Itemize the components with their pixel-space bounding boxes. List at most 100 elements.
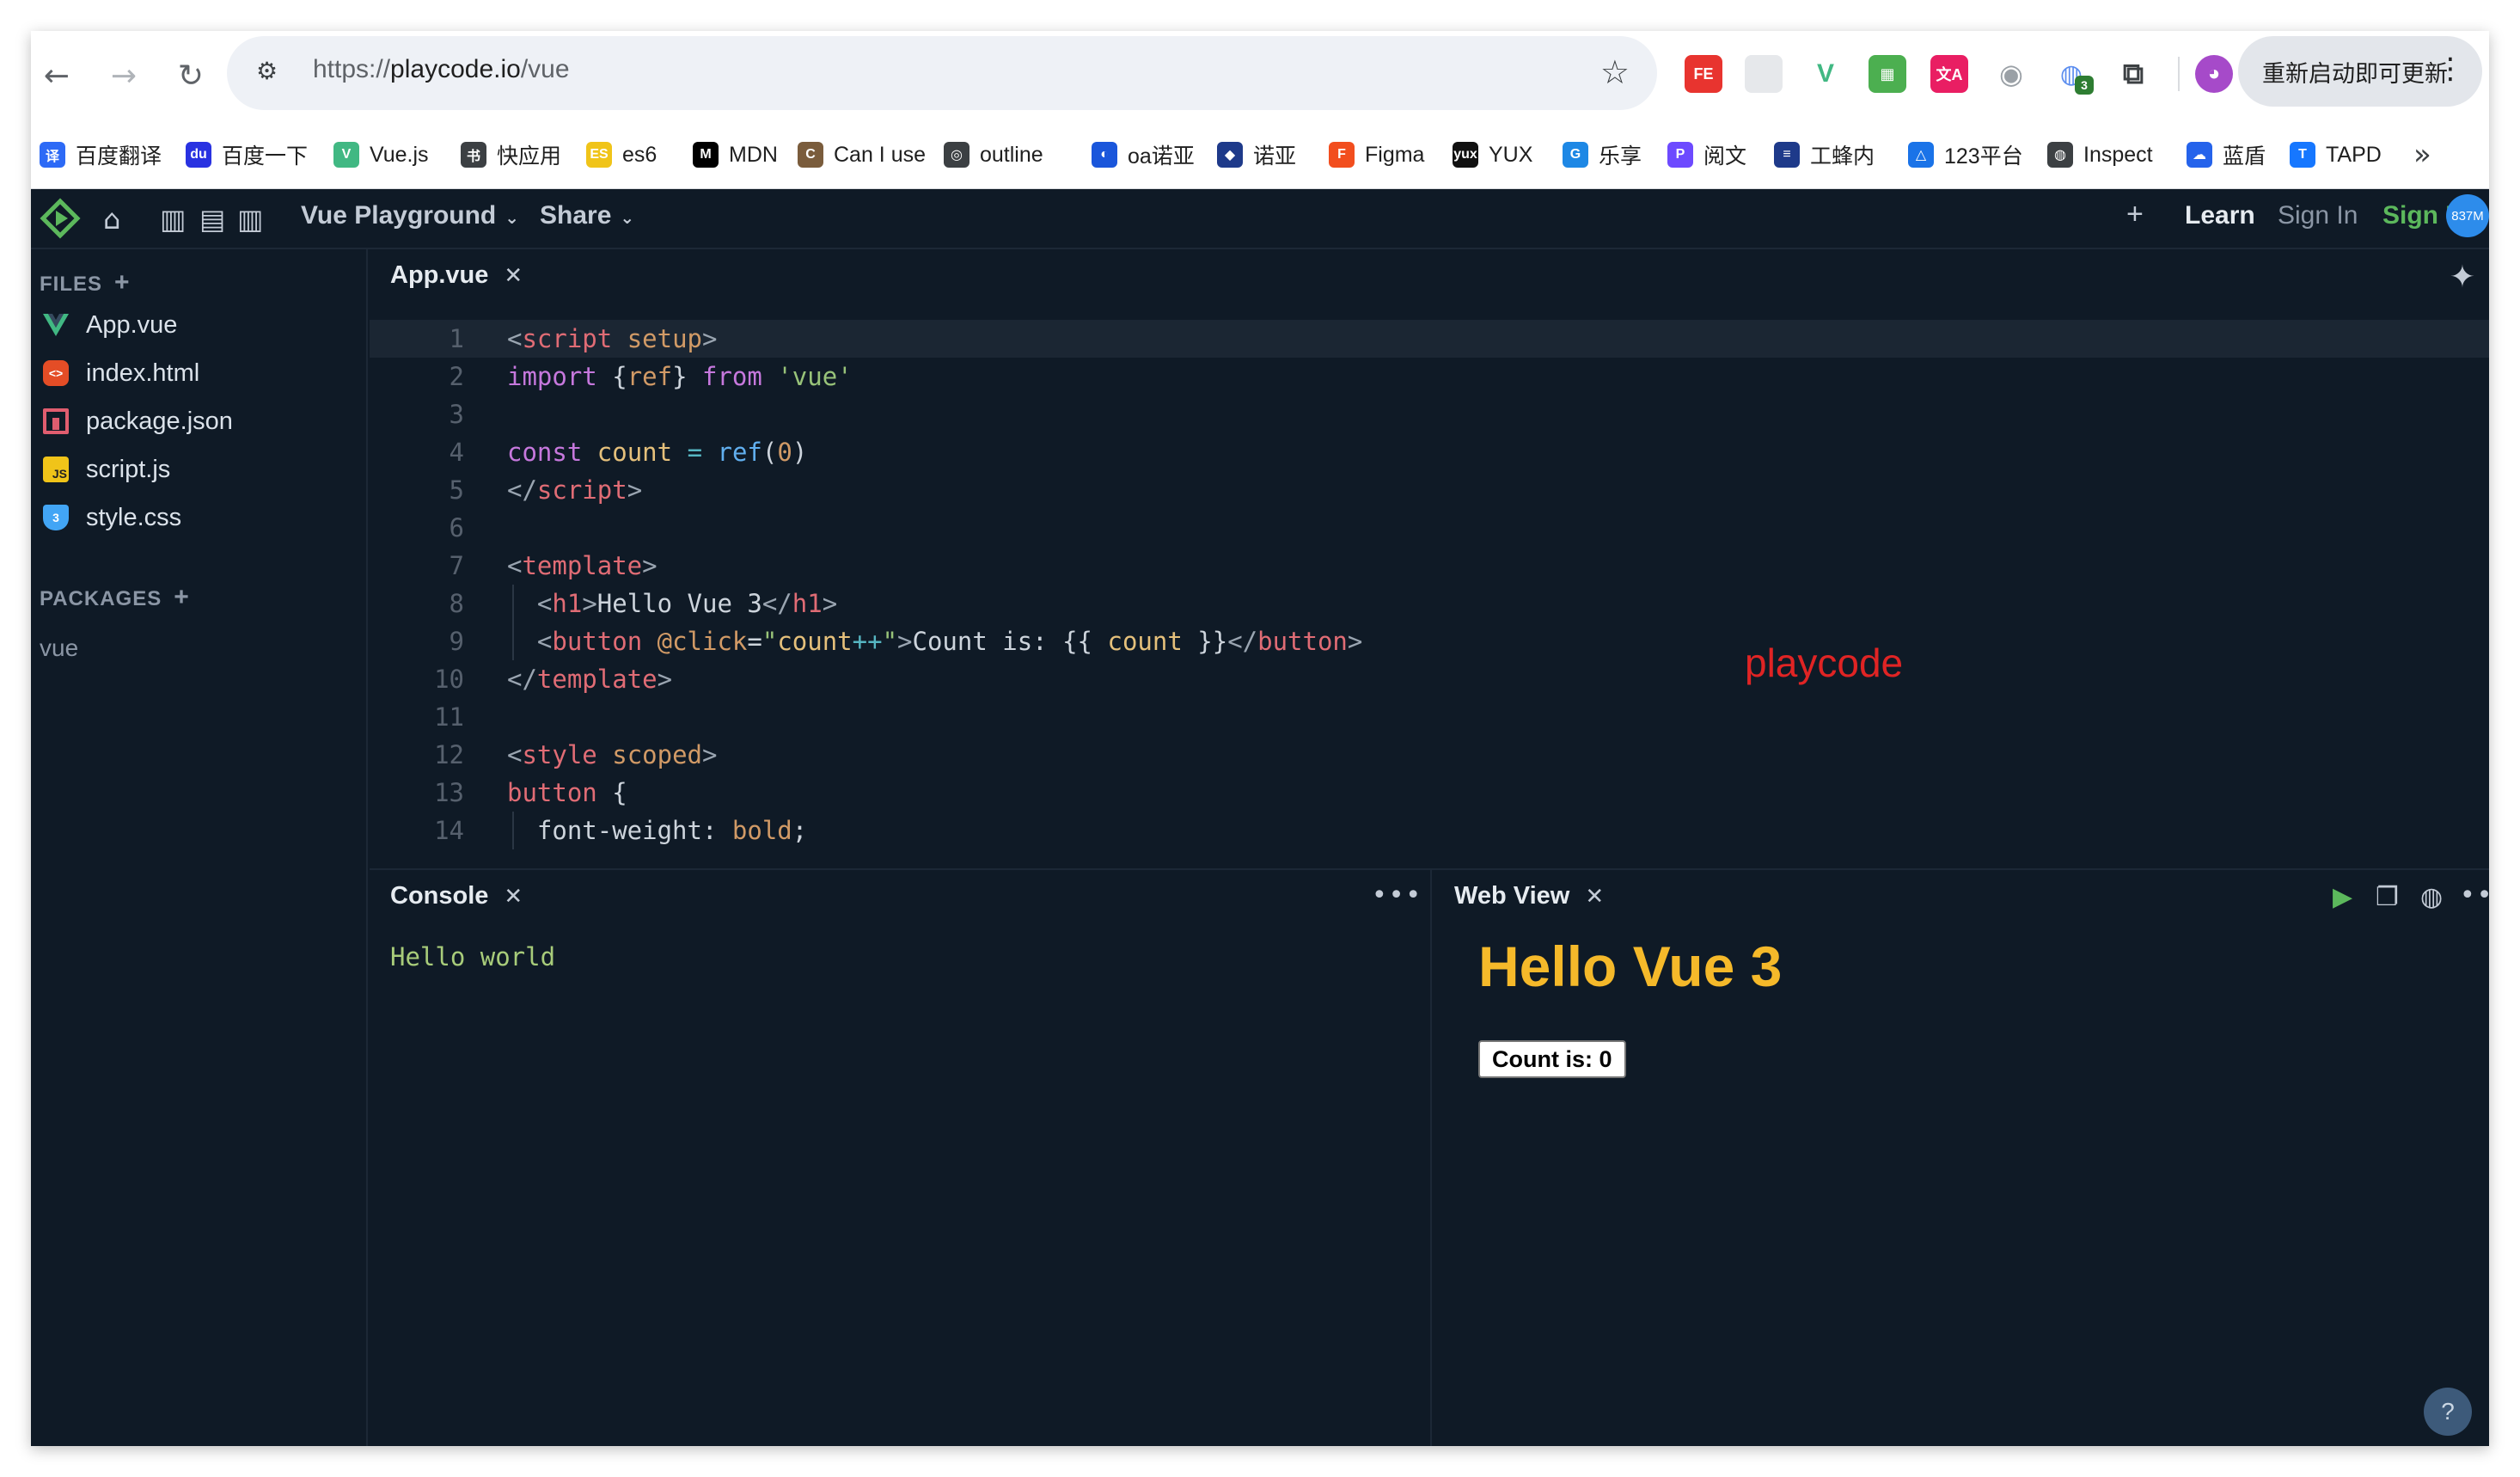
close-icon[interactable]: ✕ [504,263,523,289]
layout-right-icon[interactable]: ▥ [237,203,263,236]
package-item-vue[interactable]: vue [40,634,78,662]
site-info-icon[interactable]: ⚙ [256,57,291,89]
extension-fe-icon[interactable]: FE [1685,55,1722,93]
code-line[interactable]: 1 <script setup> [370,320,2489,358]
close-icon[interactable]: ✕ [1585,884,1604,910]
bookmark-favicon-icon: 译 [40,142,65,168]
qrcode-extension-icon[interactable]: ▦ [1869,55,1906,93]
bookmark-item[interactable]: ◎ outline [944,136,1043,174]
run-icon[interactable]: ▶ [2333,882,2352,912]
playcode-logo-icon[interactable] [40,198,81,239]
bookmark-star-icon[interactable]: ☆ [1600,53,1630,91]
record-extension-icon[interactable]: ◉ [1992,55,2030,93]
code-line[interactable]: 7 <template> [370,547,2489,585]
reload-icon[interactable]: ↻ [167,52,215,100]
code-line[interactable]: 11 [370,698,2489,736]
line-number: 4 [449,438,464,467]
code-token: < [507,740,523,769]
code-line[interactable]: 15} [370,849,2489,855]
code-line[interactable]: 12 <style scoped> [370,736,2489,774]
bookmark-item[interactable]: 译百度翻译 [40,136,162,174]
bookmark-item[interactable]: ≡ 工蜂内 [1774,136,1875,174]
bookmark-item[interactable]: T TAPD [2290,136,2382,174]
count-button[interactable]: Count is: 0 [1478,1040,1626,1078]
file-item-script-js[interactable]: JS script.js [43,450,170,488]
more-options-icon[interactable]: ••• [1372,880,1422,910]
help-button[interactable]: ? [2424,1388,2472,1436]
learn-link[interactable]: Learn [2185,201,2255,230]
code-line[interactable]: 8 <h1>Hello Vue 3</h1> [370,585,2489,622]
address-bar[interactable]: ⚙ https://playcode.io/vue ☆ [227,36,1657,110]
close-icon[interactable]: ✕ [504,884,523,910]
home-icon[interactable]: ⌂ [103,203,120,236]
code-line[interactable]: 10 </template> [370,660,2489,698]
add-package-button[interactable]: + [174,583,190,611]
indent-guide [512,812,514,849]
bookmark-item[interactable]: △ 123平台 [1908,136,2023,174]
back-icon[interactable]: ← [33,52,81,100]
bookmark-item[interactable]: P 阅文 [1667,136,1746,174]
webview-tab[interactable]: Web View ✕ [1454,882,1604,910]
file-item-style-css[interactable]: 3 style.css [43,499,181,536]
bookmark-item[interactable]: C Can I use [798,136,926,174]
profile-avatar[interactable]: ◕ [2195,55,2233,93]
bookmark-item[interactable]: ☁ 蓝盾 [2187,136,2266,174]
code-line[interactable]: 2 import {ref} from 'vue' [370,358,2489,395]
code-line[interactable]: 4 const count = ref(0) [370,433,2489,471]
update-button[interactable]: 重新启动即可更新 ⋮ [2238,36,2482,107]
open-window-icon[interactable]: ❐ [2376,882,2399,912]
webview-panel: Web View ✕ ▶ ❐ ◍ ••• Hello Vue 3 Count is… [1434,870,2489,1446]
project-menu[interactable]: Vue Playground ⌄ [301,201,519,230]
bookmark-item[interactable]: ◍ Inspect [2047,136,2153,174]
forward-icon[interactable]: → [100,52,148,100]
bookmark-item[interactable]: M MDN [693,136,778,174]
more-menu-icon[interactable]: ⋮ [2436,52,2465,86]
layout-left-icon[interactable]: ▥ [160,203,186,236]
bookmark-label: Vue.js [370,142,429,167]
bookmark-item[interactable]: V Vue.js [333,136,429,174]
code-line[interactable]: 6 [370,509,2489,547]
extensions-puzzle-icon[interactable]: ⧉ [2114,55,2152,93]
layout-rows-icon[interactable]: ▤ [199,203,225,236]
bookmark-item[interactable]: yux YUX [1453,136,1532,174]
file-item-package-json[interactable]: package.json [43,402,233,440]
bookmark-favicon-icon: yux [1453,142,1478,168]
sign-in-link[interactable]: Sign In [2278,201,2358,230]
code-line[interactable]: 13 button { [370,774,2489,812]
line-number: 12 [434,740,464,769]
packages-title: PACKAGES [40,587,162,610]
extension-badge-icon[interactable]: ◍ 3 [2052,55,2094,95]
browser-window: ← → ↻ ⚙ https://playcode.io/vue ☆ FE V ▦… [31,31,2489,1446]
code-area[interactable]: 1 <script setup> 2 import {ref} from 'vue' 3… [370,320,2489,855]
preview-heading: Hello Vue 3 [1478,935,1783,998]
url-text[interactable]: https://playcode.io/vue [313,55,570,84]
bookmark-item[interactable]: ◐ oa诺亚 [1092,136,1195,174]
bookmark-item[interactable]: F Figma [1329,136,1424,174]
code-line[interactable]: 3 [370,395,2489,433]
add-file-button[interactable]: + [114,268,131,297]
editor-tab-app-vue[interactable]: App.vue ✕ [390,261,523,290]
bookmark-item[interactable]: ES es6 [586,136,657,174]
code-line[interactable]: 14 font-weight: bold; [370,812,2489,849]
code-line[interactable]: 5 </script> [370,471,2489,509]
share-menu[interactable]: Share ⌄ [540,201,634,230]
file-item-app-vue[interactable]: App.vue [43,306,177,344]
extension-grid-icon[interactable] [1745,55,1783,93]
bookmark-item[interactable]: du 百度一下 [186,136,308,174]
bookmark-item[interactable]: ◆ 诺亚 [1217,136,1296,174]
bookmark-item[interactable]: 书快应用 [461,136,561,174]
console-tab[interactable]: Console ✕ [390,882,523,910]
vue-devtools-icon[interactable]: V [1807,55,1844,93]
file-name: index.html [86,359,200,387]
bookmark-item[interactable]: G 乐享 [1563,136,1642,174]
ai-sparkle-icon[interactable]: ✦ [2450,260,2475,295]
globe-icon[interactable]: ◍ [2420,882,2443,912]
more-options-icon[interactable]: ••• [2460,880,2489,910]
js-icon: JS [43,457,69,482]
code-line[interactable]: 9 <button @click="count++">Count is: {{ … [370,622,2489,660]
translate-extension-icon[interactable]: 文A [1930,55,1968,93]
file-item-index-html[interactable]: <> index.html [43,354,199,392]
code-text: </template> [507,660,672,698]
new-project-button[interactable]: + [2126,198,2144,231]
bookmarks-overflow-icon[interactable]: » [2413,138,2431,172]
